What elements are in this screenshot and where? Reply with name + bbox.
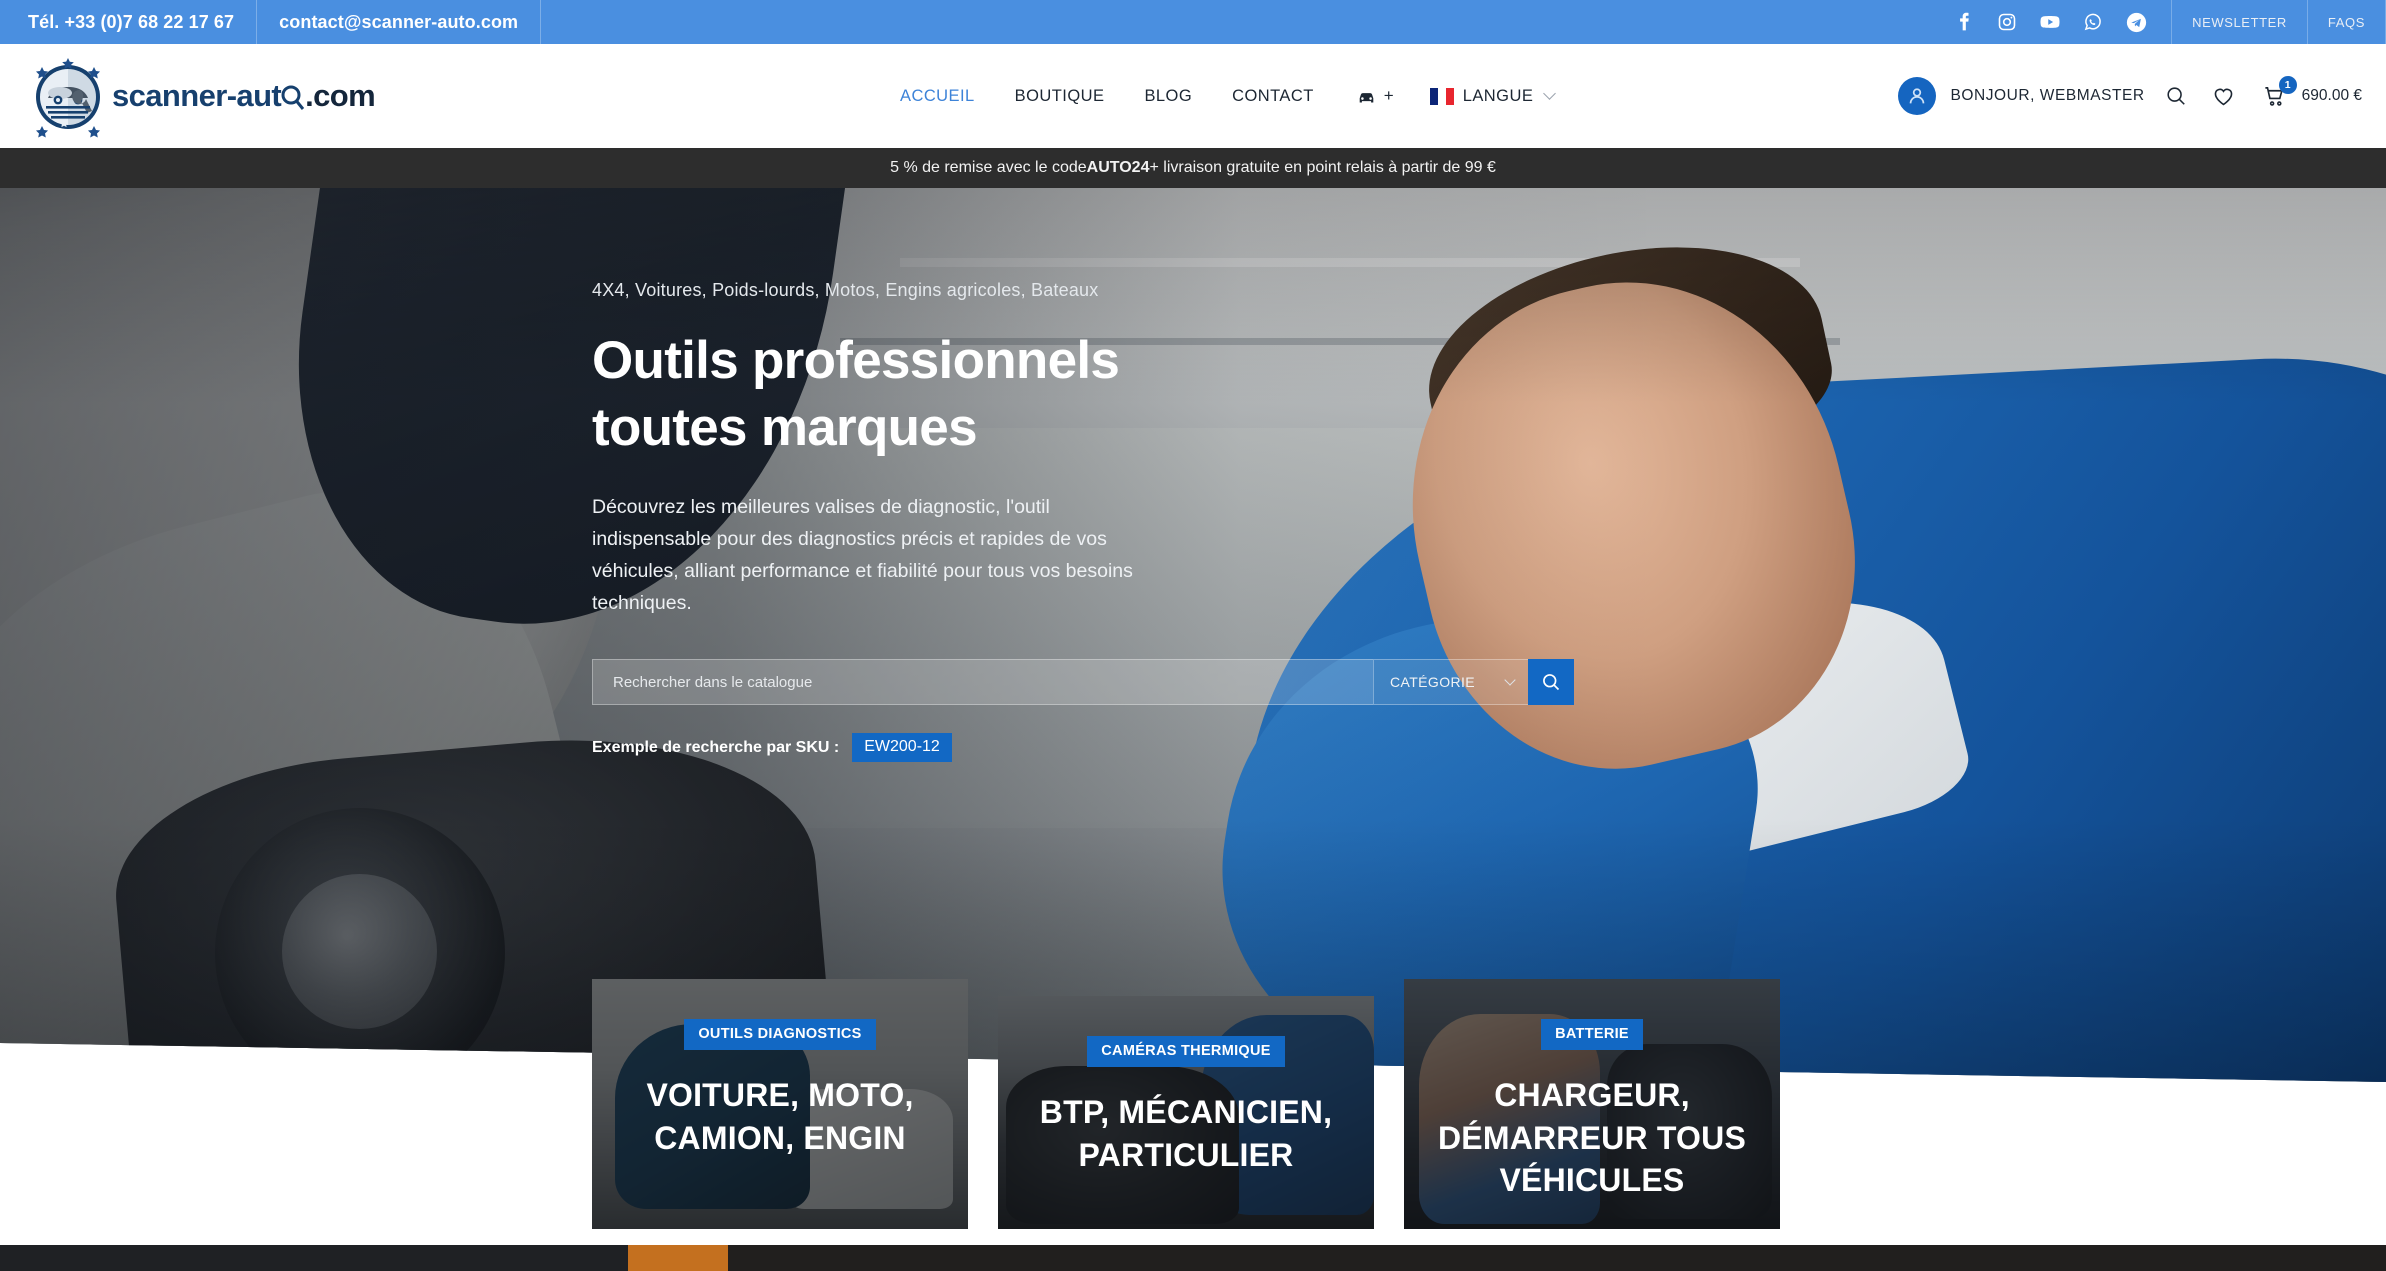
strip-accent-segment (628, 1245, 728, 1271)
logo-wordmark-tail: .com (305, 78, 376, 113)
logo-emblem-icon (22, 50, 114, 142)
card-badge: CAMÉRAS THERMIQUE (1087, 1036, 1285, 1067)
search-input[interactable] (592, 659, 1373, 706)
card-title: VOITURE, MOTO, CAMION, ENGIN (646, 1077, 914, 1156)
language-switcher[interactable]: LANGUE (1408, 87, 1565, 106)
france-flag-icon (1429, 87, 1454, 105)
hero-title-line1: Outils professionnels (592, 331, 1120, 390)
newsletter-link[interactable]: NEWSLETTER (2172, 0, 2307, 44)
category-select[interactable]: CATÉGORIE (1373, 659, 1528, 706)
card-content: BATTERIE CHARGEUR, DÉMARREUR TOUS VÉHICU… (1404, 979, 1780, 1229)
hero-title-line2: toutes marques (592, 398, 978, 458)
vehicle-selector[interactable]: + (1334, 86, 1408, 106)
search-submit-button[interactable] (1528, 659, 1574, 706)
category-card-outils-diagnostics[interactable]: OUTILS DIAGNOSTICS VOITURE, MOTO, CAMION… (592, 979, 968, 1229)
cart-total[interactable]: 690.00 € (2302, 87, 2362, 105)
site-logo[interactable]: scanner-aut .com (22, 50, 376, 142)
chevron-down-icon (1543, 87, 1557, 100)
cart-count-badge: 1 (2278, 76, 2297, 94)
page-root: Tél. +33 (0)7 68 22 17 67 contact@scanne… (0, 0, 2386, 1271)
whatsapp-icon[interactable] (2082, 11, 2104, 33)
logo-wordmark-main: scanner-aut (112, 78, 282, 113)
vehicle-add-label: + (1383, 86, 1394, 105)
search-icon (1543, 674, 1560, 691)
topbar-contact-group: Tél. +33 (0)7 68 22 17 67 contact@scanne… (0, 0, 542, 44)
hero-section: 4X4, Voitures, Poids-lourds, Motos, Engi… (0, 188, 2386, 1082)
nav-item-contact[interactable]: CONTACT (1212, 87, 1334, 106)
sku-example: Exemple de recherche par SKU : EW200-12 (592, 733, 1212, 763)
card-content: CAMÉRAS THERMIQUE BTP, MÉCANICIEN, PARTI… (998, 996, 1374, 1229)
header-tools: BONJOUR, WEBMASTER 1 690.00 € (1898, 44, 2362, 148)
hero-title: Outils professionnels toutes marques (592, 327, 1212, 462)
catalogue-search-bar: CATÉGORIE (592, 659, 1574, 706)
avatar[interactable] (1898, 77, 1937, 115)
language-label: LANGUE (1462, 86, 1534, 105)
cart-button[interactable]: 1 (2257, 76, 2297, 114)
top-utility-bar: Tél. +33 (0)7 68 22 17 67 contact@scanne… (0, 0, 2386, 44)
wishlist-icon[interactable] (2207, 79, 2241, 113)
card-badge: BATTERIE (1541, 1019, 1643, 1050)
promo-code: AUTO24 (1086, 159, 1150, 176)
user-icon (1910, 88, 1925, 104)
card-title: BTP, MÉCANICIEN, PARTICULIER (1039, 1094, 1333, 1173)
nav-item-blog[interactable]: BLOG (1124, 87, 1212, 106)
email-link[interactable]: contact@scanner-auto.com (257, 0, 540, 44)
faqs-link[interactable]: FAQS (2308, 0, 2385, 44)
chevron-down-icon (1504, 674, 1516, 686)
phone-link[interactable]: Tél. +33 (0)7 68 22 17 67 (0, 0, 256, 44)
instagram-icon[interactable] (1996, 11, 2018, 33)
strip-dark-segment (0, 1245, 628, 1271)
category-card-batterie[interactable]: BATTERIE CHARGEUR, DÉMARREUR TOUS VÉHICU… (1404, 979, 1780, 1229)
magnifier-o-icon (281, 85, 305, 110)
account-greeting[interactable]: BONJOUR, WEBMASTER (1950, 87, 2144, 105)
hero-subtitle: Découvrez les meilleures valises de diag… (592, 495, 1133, 614)
car-icon (1359, 92, 1374, 102)
social-links (1943, 11, 2171, 33)
hero-kicker: 4X4, Voitures, Poids-lourds, Motos, Engi… (592, 280, 1099, 300)
card-badge: OUTILS DIAGNOSTICS (684, 1019, 876, 1050)
telegram-icon[interactable] (2125, 11, 2147, 33)
sku-example-value[interactable]: EW200-12 (852, 733, 952, 763)
card-content: OUTILS DIAGNOSTICS VOITURE, MOTO, CAMION… (592, 979, 968, 1229)
promo-prefix: 5 % de remise avec le code (890, 159, 1087, 176)
nav-item-accueil[interactable]: ACCUEIL (880, 87, 995, 106)
category-card-cameras-thermique[interactable]: CAMÉRAS THERMIQUE BTP, MÉCANICIEN, PARTI… (998, 996, 1374, 1229)
next-section-strip (0, 1245, 2386, 1271)
topbar-divider (540, 0, 542, 44)
promo-banner: 5 % de remise avec le code AUTO24 + livr… (0, 148, 2386, 188)
card-title: CHARGEUR, DÉMARREUR TOUS VÉHICULES (1437, 1077, 1746, 1199)
topbar-right-group: NEWSLETTER FAQS (1943, 0, 2386, 44)
category-select-value: CATÉGORIE (1390, 674, 1476, 691)
promo-suffix: + livraison gratuite en point relais à p… (1149, 159, 1496, 176)
youtube-icon[interactable] (2039, 11, 2061, 33)
site-header: scanner-aut .com ACCUEIL BOUTIQUE BLOG CO… (0, 44, 2386, 148)
facebook-icon[interactable] (1953, 11, 1975, 33)
main-navigation: ACCUEIL BOUTIQUE BLOG CONTACT + LANGUE (880, 44, 1564, 148)
nav-item-boutique[interactable]: BOUTIQUE (995, 87, 1125, 106)
sku-example-label: Exemple de recherche par SKU : (592, 738, 840, 756)
search-icon[interactable] (2159, 79, 2193, 113)
logo-wordmark: scanner-aut .com (112, 78, 376, 114)
hero-content: 4X4, Voitures, Poids-lourds, Motos, Engi… (592, 280, 1574, 763)
